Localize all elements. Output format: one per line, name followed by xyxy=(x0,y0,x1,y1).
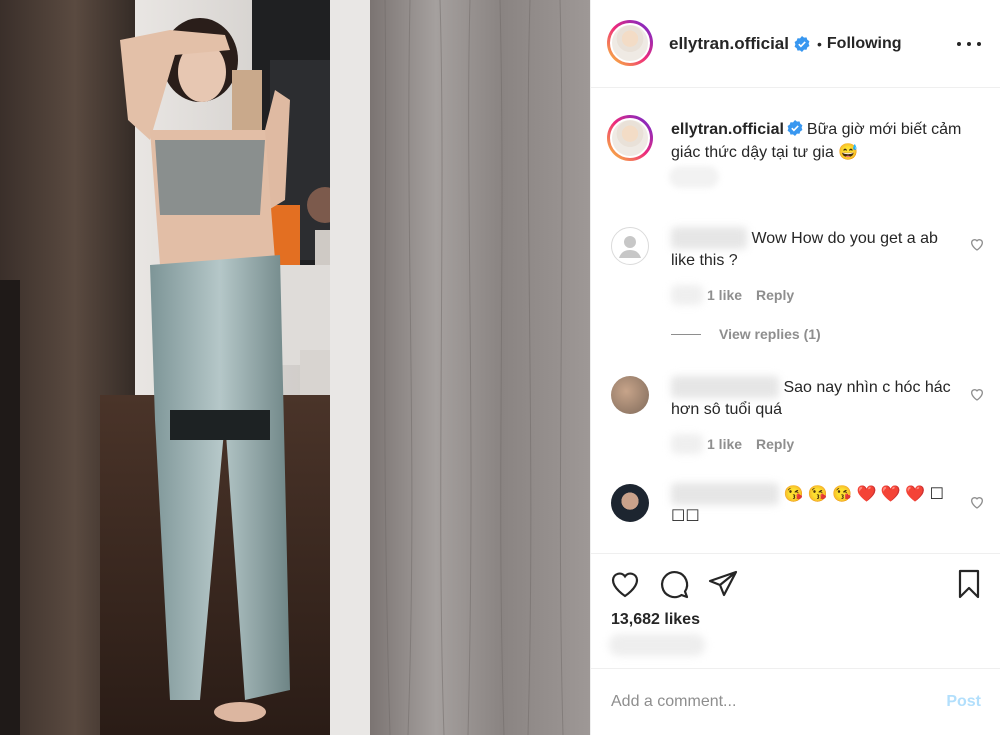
blurred-username[interactable] xyxy=(671,376,779,398)
header-user: ellytran.official • Following xyxy=(669,34,902,54)
comment-meta: 1 like Reply xyxy=(671,285,794,305)
blurred-timestamp xyxy=(669,166,719,188)
separator-dot: • xyxy=(816,36,822,52)
heart-icon[interactable] xyxy=(609,568,641,600)
post-image xyxy=(0,0,590,735)
comment-text-block: Sao nay nhìn c hóc hác hơn sô tuổi quá xyxy=(671,376,961,421)
comment-avatar[interactable] xyxy=(611,376,649,414)
bookmark-icon[interactable] xyxy=(953,568,985,600)
post-photo[interactable] xyxy=(0,0,590,735)
post-side-panel: ellytran.official • Following ellytran.o… xyxy=(590,0,1000,735)
following-button[interactable]: Following xyxy=(827,35,902,53)
comment-icon[interactable] xyxy=(658,568,690,600)
send-icon[interactable] xyxy=(707,568,739,600)
author-username[interactable]: ellytran.official xyxy=(669,34,789,54)
more-dots-icon[interactable] xyxy=(957,34,981,54)
comments-list[interactable]: ellytran.official Bữa giờ mới biết cảm gi… xyxy=(591,89,1000,553)
comment-avatar[interactable] xyxy=(611,227,649,265)
post-actions: 13,682 likes xyxy=(591,553,1000,668)
verified-badge-icon xyxy=(787,120,803,136)
comment-avatar[interactable] xyxy=(611,484,649,522)
caption-username[interactable]: ellytran.official xyxy=(671,121,784,138)
blurred-time xyxy=(671,285,703,305)
likes-count[interactable]: 13,682 likes xyxy=(611,611,700,629)
comment-likes[interactable]: 1 like xyxy=(707,436,742,452)
view-replies-button[interactable]: View replies (1) xyxy=(671,326,821,342)
reply-button[interactable]: Reply xyxy=(756,287,794,303)
comment-input[interactable]: Add a comment... xyxy=(611,693,736,711)
author-avatar[interactable] xyxy=(607,20,653,66)
view-replies-label: View replies (1) xyxy=(719,326,821,342)
blurred-username[interactable] xyxy=(671,227,747,249)
reply-button[interactable]: Reply xyxy=(756,436,794,452)
heart-icon[interactable] xyxy=(969,386,985,402)
comment-text-block: 😘 😘 😘 ❤️ ❤️ ❤️ ☐ ☐☐ xyxy=(671,483,961,528)
verified-badge-icon xyxy=(794,36,810,52)
caption-avatar[interactable] xyxy=(607,115,653,161)
caption-body: ellytran.official Bữa giờ mới biết cảm gi… xyxy=(671,118,971,164)
default-user-icon xyxy=(619,236,641,258)
add-comment-bar: Add a comment... Post xyxy=(591,668,1000,735)
comment-meta: 1 like Reply xyxy=(671,434,794,454)
blurred-username[interactable] xyxy=(671,483,779,505)
heart-icon[interactable] xyxy=(969,494,985,510)
blurred-post-date xyxy=(609,634,705,656)
post-button[interactable]: Post xyxy=(946,693,981,711)
comment-likes[interactable]: 1 like xyxy=(707,287,742,303)
heart-icon[interactable] xyxy=(969,236,985,252)
comment-text-block: Wow How do you get a ab like this ? xyxy=(671,227,961,272)
blurred-time xyxy=(671,434,703,454)
replies-line xyxy=(671,333,701,335)
post-header: ellytran.official • Following xyxy=(591,0,1000,88)
